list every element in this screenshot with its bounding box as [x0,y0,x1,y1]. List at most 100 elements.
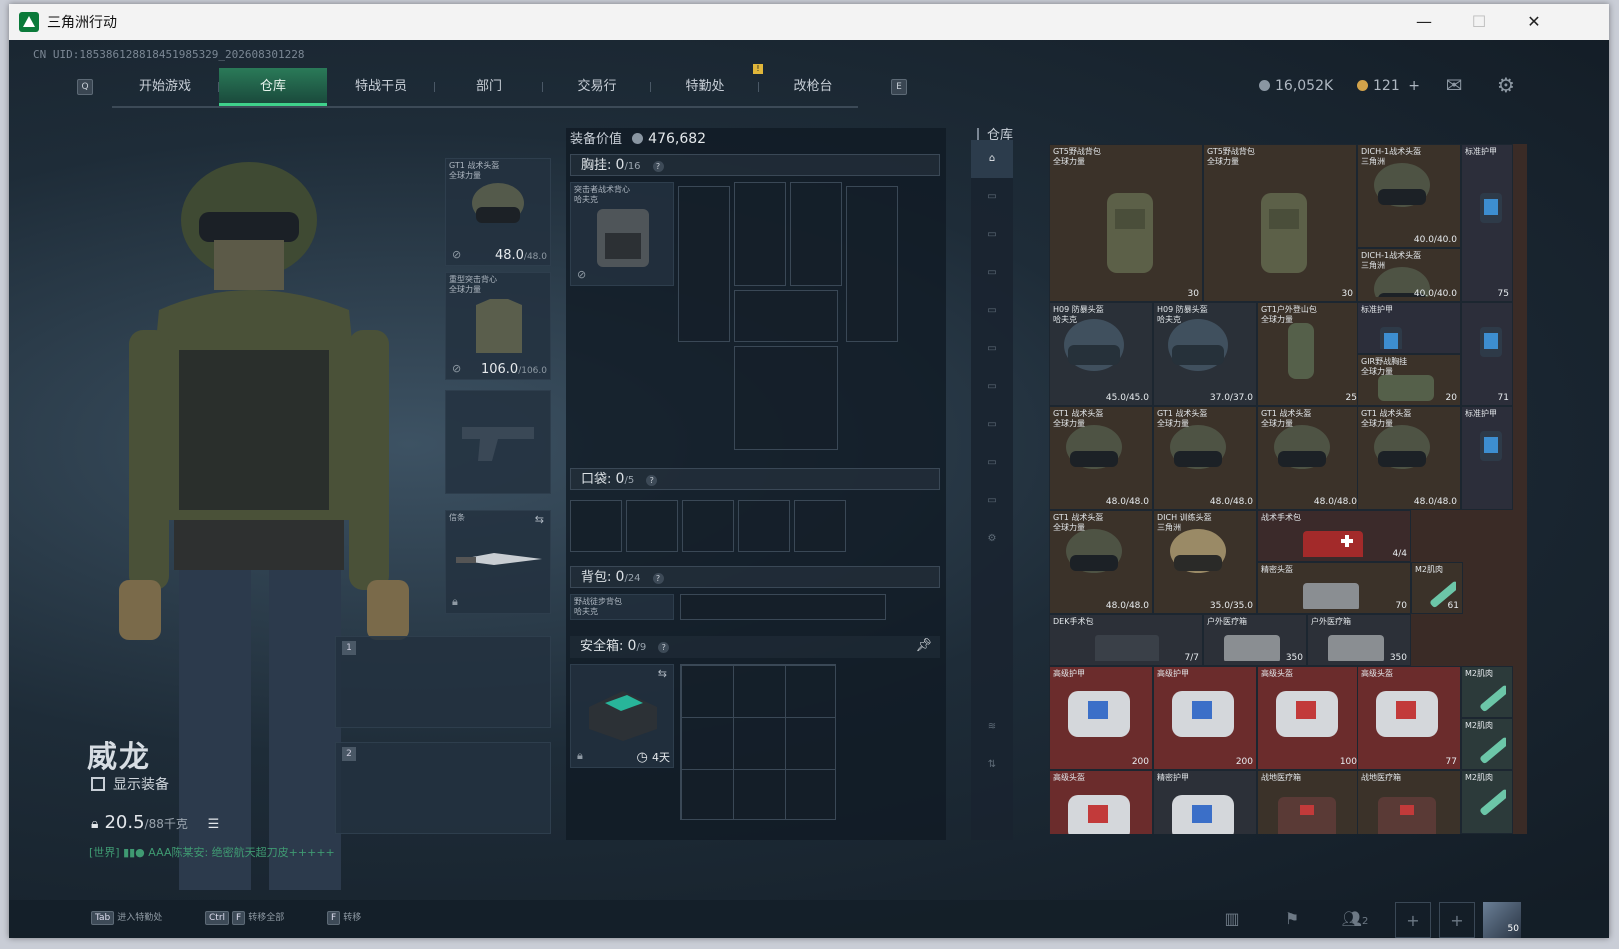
secondary-weapon-slot[interactable]: 2 [335,742,551,834]
warehouse-item[interactable]: 精密护甲 [1153,770,1257,834]
category-tab[interactable]: ▭ [971,292,1013,330]
category-tab[interactable]: ▭ [971,406,1013,444]
tab-department[interactable]: 部门 [435,68,543,106]
pocket-cell[interactable] [794,500,846,552]
help-icon[interactable]: ? [652,573,664,584]
gear-icon[interactable]: ⚙ [1493,72,1519,98]
warehouse-item[interactable]: 高级头盔 [1049,770,1153,834]
pin-icon[interactable]: 📌︎ [915,636,932,656]
warehouse-item[interactable]: GT1 战术头盔 全球力量 48.0/48.0 [1049,406,1153,510]
maximize-button[interactable]: ☐ [1464,10,1494,34]
flag-icon[interactable]: ⚑ [1281,908,1303,930]
minimize-button[interactable]: — [1409,10,1439,34]
warehouse-item[interactable]: DICH-1战术头盔 三角洲 40.0/40.0 [1357,144,1461,248]
category-tab[interactable]: ▭ [971,444,1013,482]
warehouse-item[interactable]: 户外医疗箱 350 [1307,614,1411,666]
category-tab[interactable]: ▭ [971,368,1013,406]
warehouse-item[interactable]: 高级头盔 100 [1257,666,1361,770]
warehouse-item[interactable]: GT1 战术头盔 全球力量 48.0/48.0 [1257,406,1361,510]
show-equipment-toggle[interactable]: 显示装备 [91,774,169,794]
layers-icon[interactable]: ≋ [971,708,1013,746]
warehouse-item[interactable]: 标准护甲 75 [1461,144,1513,302]
hint-transfer-all[interactable]: Ctrl F 转移全部 [205,910,284,925]
help-icon[interactable]: ? [658,642,670,653]
tab-start-game[interactable]: 开始游戏 [111,68,219,106]
hint-transfer[interactable]: F 转移 [327,910,361,925]
warehouse-item[interactable]: 战术手术包 4/4 [1257,510,1411,562]
warehouse-item[interactable]: 战地医疗箱 [1257,770,1361,834]
close-button[interactable]: ✕ [1519,10,1549,34]
chest-grid-cell[interactable] [734,290,838,342]
tab-operators[interactable]: 特战干员 [327,68,435,106]
chest-grid-cell[interactable] [790,182,842,286]
warehouse-item[interactable]: 标准护甲 [1461,406,1513,510]
chest-grid-cell[interactable] [846,186,898,342]
sort-icon[interactable]: ⇅ [971,746,1013,784]
warehouse-item[interactable]: GT1 战术头盔 全球力量 48.0/48.0 [1357,406,1461,510]
chest-rig-item[interactable]: 突击者战术背心 哈夫克 ⊘ [570,182,674,286]
warehouse-item[interactable]: GT5野战背包 全球力量 30 [1203,144,1357,302]
category-tab[interactable]: ▭ [971,178,1013,216]
nav-key-left[interactable]: Q [77,79,93,95]
tab-gunsmith[interactable]: 改枪台 [759,68,867,106]
pistol-slot[interactable] [445,390,551,494]
tab-warehouse[interactable]: 仓库 [219,68,327,106]
player-avatar[interactable]: 50 [1483,902,1521,938]
warehouse-item[interactable]: 71 [1461,302,1513,406]
help-icon[interactable]: ? [652,161,664,172]
warehouse-item[interactable]: 高级头盔 77 [1357,666,1461,770]
warehouse-item[interactable]: M2肌肉 [1461,770,1513,834]
safe-box-item[interactable]: ⇆ 🔒︎ ◷ 4天 [570,664,674,768]
safe-box-grid[interactable] [680,664,836,820]
swap-icon[interactable]: ⇆ [658,667,667,680]
category-tab[interactable]: ▭ [971,216,1013,254]
warehouse-item[interactable]: DEK手术包 7/7 [1049,614,1203,666]
add-coins-button[interactable]: + [1408,78,1420,94]
pocket-cell[interactable] [738,500,790,552]
warehouse-item[interactable]: GT1 战术头盔 全球力量 48.0/48.0 [1049,510,1153,614]
warehouse-item[interactable]: M2肌肉 [1461,666,1513,718]
warehouse-item[interactable]: H09 防暴头盔 哈夫克 45.0/45.0 [1049,302,1153,406]
warehouse-item[interactable]: 户外医疗箱 350 [1203,614,1307,666]
pocket-cell[interactable] [682,500,734,552]
hint-enter-special[interactable]: Tab 进入特勤处 [91,910,162,925]
tab-special-ops[interactable]: 特勤处 [651,68,759,106]
warehouse-item[interactable]: DICH-1战术头盔 三角洲 40.0/40.0 [1357,248,1461,302]
warehouse-item[interactable]: 标准护甲 [1357,302,1461,354]
stats-icon[interactable]: ▥ [1221,908,1243,930]
chest-grid-cell[interactable] [734,346,838,450]
warehouse-item[interactable]: 战地医疗箱 [1357,770,1461,834]
warehouse-item[interactable]: 精密头盔 70 [1257,562,1411,614]
warehouse-item[interactable]: GT5野战背包 全球力量 30 [1049,144,1203,302]
primary-weapon-slot[interactable]: 1 [335,636,551,728]
warehouse-item[interactable]: DICH 训练头盔 三角洲 35.0/35.0 [1153,510,1257,614]
warehouse-item[interactable]: H09 防暴头盔 哈夫克 37.0/37.0 [1153,302,1257,406]
category-tab[interactable]: ▭ [971,482,1013,520]
backpack-item[interactable]: 野战徒步背包 哈夫克 [570,594,674,620]
warehouse-item[interactable]: M2肌肉 61 [1411,562,1463,614]
warehouse-item[interactable]: 高级护甲 200 [1153,666,1257,770]
tab-trading[interactable]: 交易行 [543,68,651,106]
warehouse-item[interactable]: 高级护甲 200 [1049,666,1153,770]
pocket-cell[interactable] [626,500,678,552]
chest-grid-cell[interactable] [678,186,730,342]
swap-icon[interactable]: ⇆ [535,513,544,526]
category-tab[interactable]: ▭ [971,330,1013,368]
pocket-cell[interactable] [570,500,622,552]
chest-grid-cell[interactable] [734,182,786,286]
help-icon[interactable]: ? [646,475,658,486]
invite-slot-button[interactable]: + [1395,902,1431,938]
category-tab[interactable]: ▭ [971,254,1013,292]
armor-slot[interactable]: 重型突击背心 全球力量 ⊘ 106.0/106.0 [445,272,551,380]
helmet-slot[interactable]: GT1 战术头盔 全球力量 ⊘ 48.0/48.0 [445,158,551,266]
nav-key-right[interactable]: E [891,79,907,95]
warehouse-item[interactable]: GT1 战术头盔 全球力量 48.0/48.0 [1153,406,1257,510]
settings-small-icon[interactable]: ⚙ [971,520,1013,558]
backpack-grid[interactable] [680,594,886,620]
squad-button[interactable]: 👥︎2 [1335,908,1375,930]
list-icon[interactable]: ☰ [208,817,220,832]
warehouse-home-icon[interactable]: ⌂ [971,140,1013,178]
melee-slot[interactable]: 信条 ⇆ 🔒︎ [445,510,551,614]
warehouse-item[interactable]: M2肌肉 [1461,718,1513,770]
mail-icon[interactable]: ✉ [1441,72,1467,98]
